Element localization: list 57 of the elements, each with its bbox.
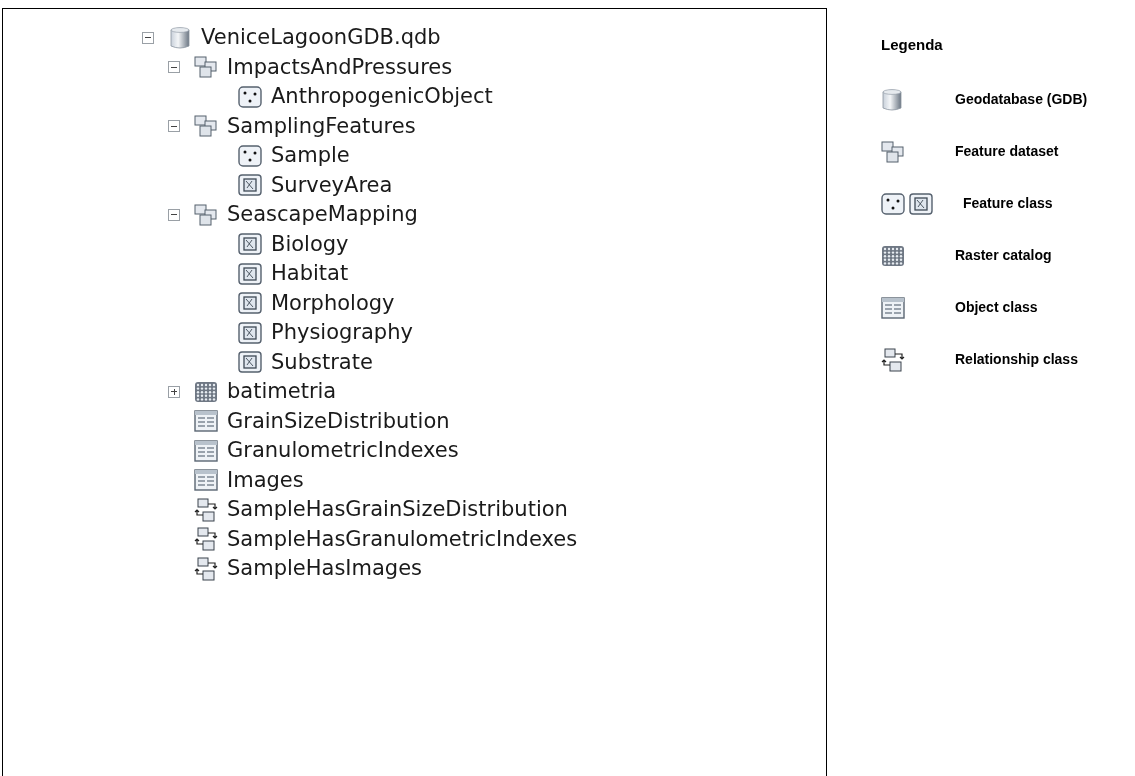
tree-item-label[interactable]: SampleHasGranulometricIndexes — [227, 528, 578, 550]
tree-item-label[interactable]: Sample — [271, 145, 350, 167]
cylinder-icon — [881, 87, 903, 112]
tree-item-label[interactable]: Substrate — [271, 351, 373, 373]
tree-item-label[interactable]: AnthropogenicObject — [271, 86, 493, 108]
tree-item-label[interactable]: SampleHasImages — [227, 558, 423, 580]
table-icon — [194, 410, 218, 433]
grid-icon — [194, 380, 218, 403]
tree-item-label[interactable]: Morphology — [271, 292, 395, 314]
points-icon — [238, 144, 262, 167]
legend-label: Object class — [955, 298, 1038, 317]
collapse-toggle[interactable] — [168, 61, 180, 74]
cylinder-icon — [169, 25, 191, 50]
polygon-icon — [238, 174, 262, 197]
legend-label: Feature class — [963, 194, 1053, 213]
tree-item-label[interactable]: Habitat — [271, 263, 349, 285]
stacked-squares-icon — [194, 203, 218, 226]
expand-toggle[interactable] — [168, 385, 180, 398]
polygon-icon — [909, 192, 933, 215]
stacked-squares-icon — [881, 140, 905, 163]
legend-label: Relationship class — [955, 350, 1078, 369]
tree-item-label[interactable]: GranulometricIndexes — [227, 440, 459, 462]
collapse-toggle[interactable] — [168, 208, 180, 221]
tree-item-label[interactable]: Biology — [271, 233, 349, 255]
table-icon — [194, 439, 218, 462]
points-icon — [881, 192, 905, 215]
tree-item-label[interactable]: SampleHasGrainSizeDistribution — [227, 499, 568, 521]
collapse-toggle[interactable] — [142, 31, 154, 44]
grid-icon — [881, 244, 905, 267]
tree-item-label[interactable]: ImpactsAndPressures — [227, 56, 453, 78]
tree-item-label[interactable]: Images — [227, 469, 304, 491]
tree-item-label[interactable]: SamplingFeatures — [227, 115, 416, 137]
tree-item-label[interactable]: SeascapeMapping — [227, 204, 418, 226]
legend-label: Feature dataset — [955, 142, 1059, 161]
tree-item-label[interactable]: SurveyArea — [271, 174, 393, 196]
stacked-squares-icon — [194, 56, 218, 79]
collapse-toggle[interactable] — [168, 120, 180, 133]
tree-item-label[interactable]: GrainSizeDistribution — [227, 410, 450, 432]
polygon-icon — [238, 262, 262, 285]
polygon-icon — [238, 321, 262, 344]
table-icon — [194, 469, 218, 492]
linked-boxes-icon — [881, 347, 905, 372]
table-icon — [881, 296, 905, 319]
tree-item-label[interactable]: Physiography — [271, 322, 413, 344]
legend-label: Geodatabase (GDB) — [955, 90, 1088, 109]
polygon-icon — [238, 233, 262, 256]
polygon-icon — [238, 351, 262, 374]
linked-boxes-icon — [194, 497, 218, 522]
tree-item-label[interactable]: batimetria — [227, 381, 337, 403]
stacked-squares-icon — [194, 115, 218, 138]
legend-label: Raster catalog — [955, 246, 1052, 265]
polygon-icon — [238, 292, 262, 315]
tree-item-label[interactable]: VeniceLagoonGDB.qdb — [201, 27, 441, 49]
linked-boxes-icon — [194, 556, 218, 581]
legend-title: Legenda — [881, 35, 944, 55]
points-icon — [238, 85, 262, 108]
linked-boxes-icon — [194, 527, 218, 552]
